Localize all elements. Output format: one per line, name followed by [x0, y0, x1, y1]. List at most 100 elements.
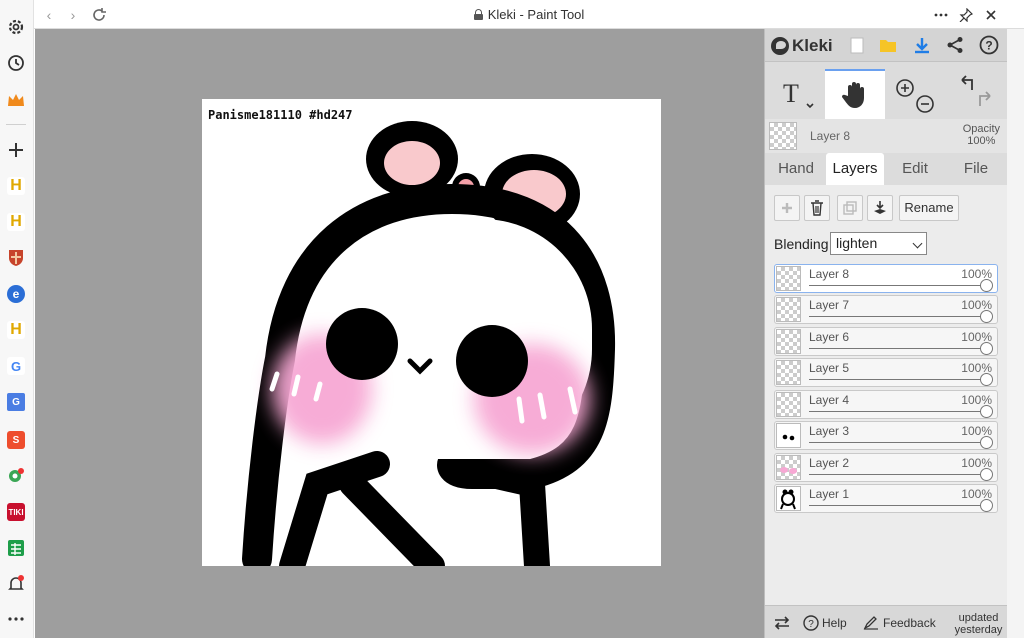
- app-window: H H e H G G S TIKI ‹ › Kleki - Paint Too…: [0, 0, 1024, 638]
- layer-opacity-slider[interactable]: [980, 310, 993, 323]
- svg-text:?: ?: [985, 39, 992, 53]
- canvas-signature-text: Panisme181110 #hd247: [208, 108, 353, 122]
- favicon-h-1[interactable]: H: [4, 174, 28, 198]
- layer-row-7[interactable]: Layer 7 100%: [774, 295, 998, 324]
- window-edge: [1007, 29, 1024, 638]
- add-icon[interactable]: [4, 138, 28, 162]
- hand-tool-button[interactable]: [825, 69, 885, 119]
- layers-panel: Rename Blending lighten Layer 8 100% Lay…: [765, 185, 1008, 605]
- layer-thumbnail: [776, 423, 801, 448]
- panel-tabs: Hand Layers Edit File: [765, 153, 1008, 185]
- layer-thumbnail: [776, 392, 801, 417]
- download-icon[interactable]: [912, 35, 932, 55]
- layer-row-8[interactable]: Layer 8 100%: [774, 264, 998, 293]
- help-icon: ?: [803, 614, 819, 631]
- trash-icon: [811, 200, 823, 216]
- shopee-icon[interactable]: S: [4, 428, 28, 452]
- layer-opacity-slider[interactable]: [980, 499, 993, 512]
- tab-layers[interactable]: Layers: [826, 153, 884, 185]
- google-icon[interactable]: G: [4, 354, 28, 378]
- layer-thumbnail: [776, 360, 801, 385]
- duplicate-icon: [843, 201, 857, 215]
- pin-icon[interactable]: [955, 4, 977, 26]
- layer-row-2[interactable]: Layer 2 100%: [774, 453, 998, 482]
- layer-thumbnail: [776, 455, 801, 480]
- help-circle-icon[interactable]: ?: [979, 35, 999, 55]
- favicon-h-2[interactable]: H: [4, 210, 28, 234]
- layer-opacity-slider[interactable]: [980, 373, 993, 386]
- layer-thumbnail: [776, 329, 801, 354]
- layer-thumbnail: [776, 266, 801, 291]
- blending-mode-select[interactable]: lighten: [830, 232, 927, 255]
- current-layer-name: Layer 8: [810, 129, 851, 143]
- canvas-viewport[interactable]: Panisme181110 #hd247: [35, 29, 764, 638]
- layer-opacity-slider[interactable]: [980, 436, 993, 449]
- kleki-logo-icon: [771, 37, 789, 55]
- help-button[interactable]: ? Help: [803, 606, 847, 638]
- crown-icon[interactable]: [4, 88, 28, 112]
- layer-opacity-slider[interactable]: [980, 279, 993, 292]
- layer-row-1[interactable]: Layer 1 100%: [774, 484, 998, 513]
- layer-opacity-slider[interactable]: [980, 468, 993, 481]
- layer-thumbnail: [776, 486, 801, 511]
- shield-favicon-icon[interactable]: [4, 246, 28, 270]
- close-icon[interactable]: [980, 4, 1002, 26]
- new-file-icon[interactable]: [847, 35, 867, 55]
- share-icon[interactable]: [945, 35, 965, 55]
- layer-row-6[interactable]: Layer 6 100%: [774, 327, 998, 356]
- text-tool-button[interactable]: T: [765, 69, 825, 119]
- sheets-icon[interactable]: [4, 536, 28, 560]
- current-layer-info: Layer 8 Opacity 100%: [765, 119, 1008, 153]
- tab-hand[interactable]: Hand: [767, 153, 825, 185]
- browser-sidebar: H H e H G G S TIKI: [0, 0, 34, 638]
- brand-bar: Kleki ?: [765, 29, 1008, 62]
- page-title: Kleki - Paint Tool: [34, 7, 1024, 22]
- map-pin-icon[interactable]: [4, 464, 28, 488]
- chevron-down-icon: [912, 238, 923, 249]
- tiki-icon[interactable]: TIKI: [4, 500, 28, 524]
- layer-thumbnail: [776, 297, 801, 322]
- layer-opacity-slider[interactable]: [980, 342, 993, 355]
- svg-text:?: ?: [808, 619, 814, 630]
- merge-down-button[interactable]: [867, 195, 893, 221]
- layer-row-3[interactable]: Layer 3 100%: [774, 421, 998, 450]
- history-icon[interactable]: [4, 51, 28, 75]
- kleki-logo[interactable]: Kleki: [771, 36, 833, 56]
- panel-footer: ? Help Feedback updated yesterday: [765, 605, 1008, 638]
- layer-row-4[interactable]: Layer 4 100%: [774, 390, 998, 419]
- pencil-icon: [863, 615, 878, 630]
- feedback-button[interactable]: Feedback: [863, 606, 936, 638]
- open-folder-icon[interactable]: [878, 35, 898, 55]
- add-layer-button[interactable]: [774, 195, 800, 221]
- lock-icon: [473, 9, 483, 20]
- notification-bell-icon[interactable]: [4, 572, 28, 596]
- favicon-h-3[interactable]: H: [4, 318, 28, 342]
- zoom-controls: [889, 69, 941, 119]
- kleki-side-panel: Kleki ? T Layer 8 Opacity 100% Hand Laye…: [764, 29, 1008, 638]
- browser-toolbar: ‹ › Kleki - Paint Tool: [34, 0, 1024, 29]
- current-layer-thumbnail: [769, 122, 797, 150]
- translate-icon[interactable]: G: [4, 390, 28, 414]
- more-dots-icon[interactable]: [4, 607, 28, 631]
- opacity-readout: Opacity 100%: [962, 123, 1000, 147]
- rename-layer-button[interactable]: Rename: [899, 195, 959, 221]
- delete-layer-button[interactable]: [804, 195, 830, 221]
- settings-gear-icon[interactable]: [4, 15, 28, 39]
- tool-row: T: [765, 69, 1008, 119]
- more-options-icon[interactable]: [930, 4, 952, 26]
- panda-drawing: [242, 121, 616, 566]
- svg-text:T: T: [783, 79, 799, 108]
- tab-file[interactable]: File: [946, 153, 1006, 185]
- tab-edit[interactable]: Edit: [886, 153, 944, 185]
- layer-opacity-slider[interactable]: [980, 405, 993, 418]
- kleki-favicon-icon[interactable]: e: [4, 282, 28, 306]
- duplicate-layer-button[interactable]: [837, 195, 863, 221]
- layer-row-5[interactable]: Layer 5 100%: [774, 358, 998, 387]
- blending-label: Blending: [774, 236, 829, 252]
- swap-side-button[interactable]: [773, 606, 791, 638]
- undo-redo-controls[interactable]: [947, 69, 1003, 119]
- updated-badge[interactable]: updated yesterday: [951, 612, 1006, 636]
- drawing-canvas[interactable]: Panisme181110 #hd247: [202, 99, 661, 566]
- hand-icon: [841, 82, 864, 108]
- merge-down-icon: [874, 201, 886, 214]
